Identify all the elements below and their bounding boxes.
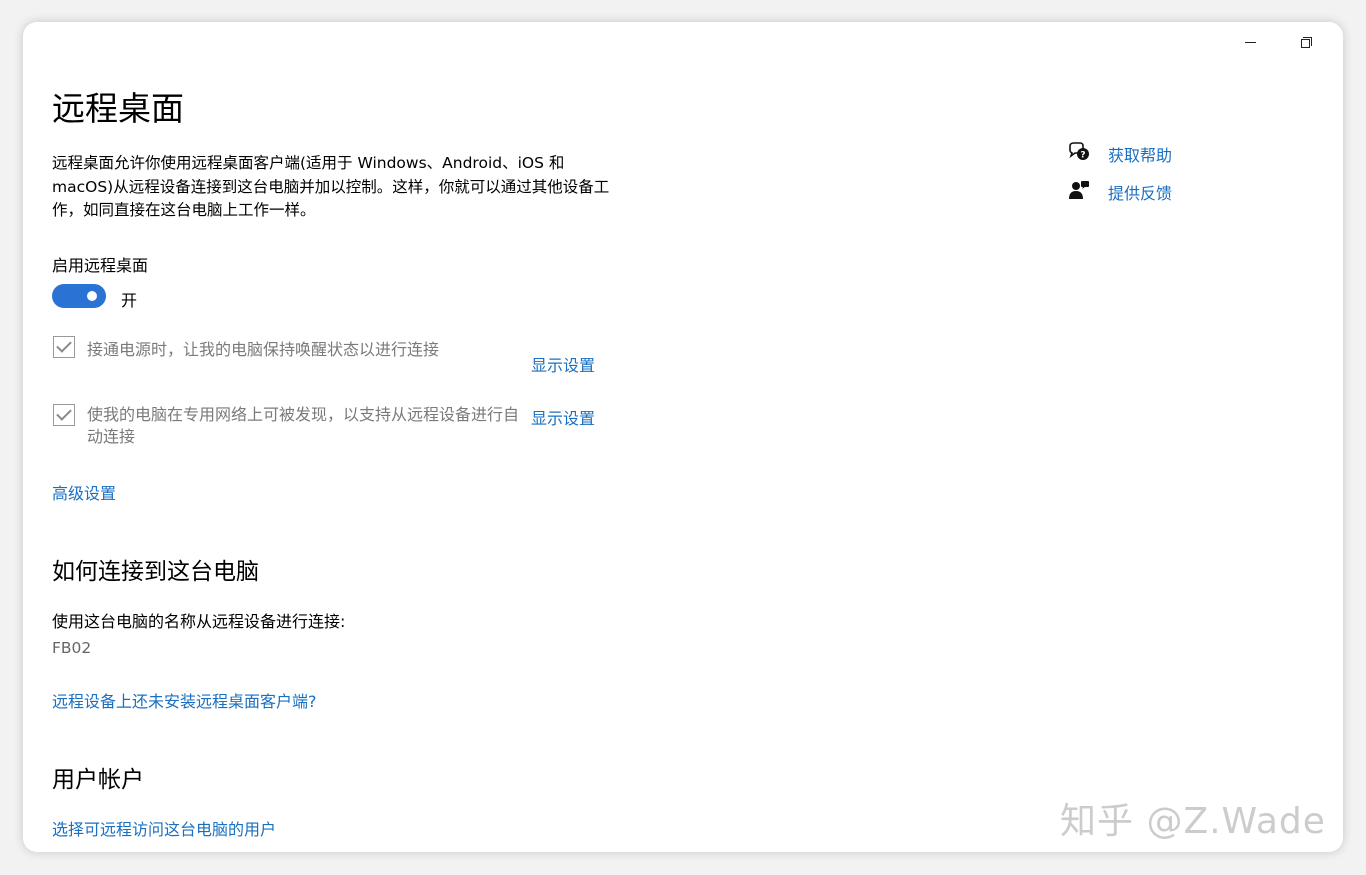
enable-remote-desktop-toggle[interactable] [52, 284, 106, 308]
feedback-person-icon [1069, 181, 1089, 199]
connect-heading: 如何连接到这台电脑 [52, 559, 259, 585]
page-description: 远程桌面允许你使用远程桌面客户端(适用于 Windows、Android、iOS… [52, 154, 610, 219]
page-title: 远程桌面 [52, 89, 184, 128]
keep-awake-checkbox[interactable] [53, 336, 75, 358]
checkmark-icon [56, 337, 72, 353]
watermark: 知乎 @Z.Wade [1060, 801, 1326, 842]
checkmark-icon [56, 405, 72, 421]
discoverable-checkbox[interactable] [53, 404, 75, 426]
keep-awake-label: 接通电源时，让我的电脑保持唤醒状态以进行连接 [87, 340, 440, 359]
toggle-state-label: 开 [121, 291, 138, 310]
user-accounts-heading: 用户帐户 [52, 767, 144, 793]
discoverable-show-settings-link[interactable]: 显示设置 [531, 405, 595, 429]
enable-remote-desktop-label: 启用远程桌面 [52, 256, 149, 275]
minimize-button[interactable] [1230, 28, 1270, 56]
help-chat-icon: ? [1069, 142, 1089, 161]
give-feedback-link[interactable]: 提供反馈 [1108, 180, 1172, 204]
get-help-link[interactable]: 获取帮助 [1108, 142, 1172, 166]
pc-name: FB02 [52, 639, 92, 657]
discoverable-label: 使我的电脑在专用网络上可被发现，以支持从远程设备进行自动连接 [87, 405, 520, 446]
keep-awake-show-settings-link[interactable]: 显示设置 [531, 352, 595, 376]
minimize-icon [1244, 41, 1256, 43]
client-not-installed-link[interactable]: 远程设备上还未安装远程桌面客户端? [52, 688, 317, 712]
select-users-link[interactable]: 选择可远程访问这台电脑的用户 [52, 816, 276, 840]
settings-window: 远程桌面 远程桌面允许你使用远程桌面客户端(适用于 Windows、Androi… [23, 22, 1343, 852]
connect-description: 使用这台电脑的名称从远程设备进行连接: [52, 612, 346, 631]
advanced-settings-link[interactable]: 高级设置 [52, 480, 116, 504]
restore-button[interactable] [1286, 28, 1326, 56]
toggle-knob [87, 291, 97, 301]
svg-text:?: ? [1080, 151, 1085, 161]
restore-icon [1301, 37, 1312, 48]
